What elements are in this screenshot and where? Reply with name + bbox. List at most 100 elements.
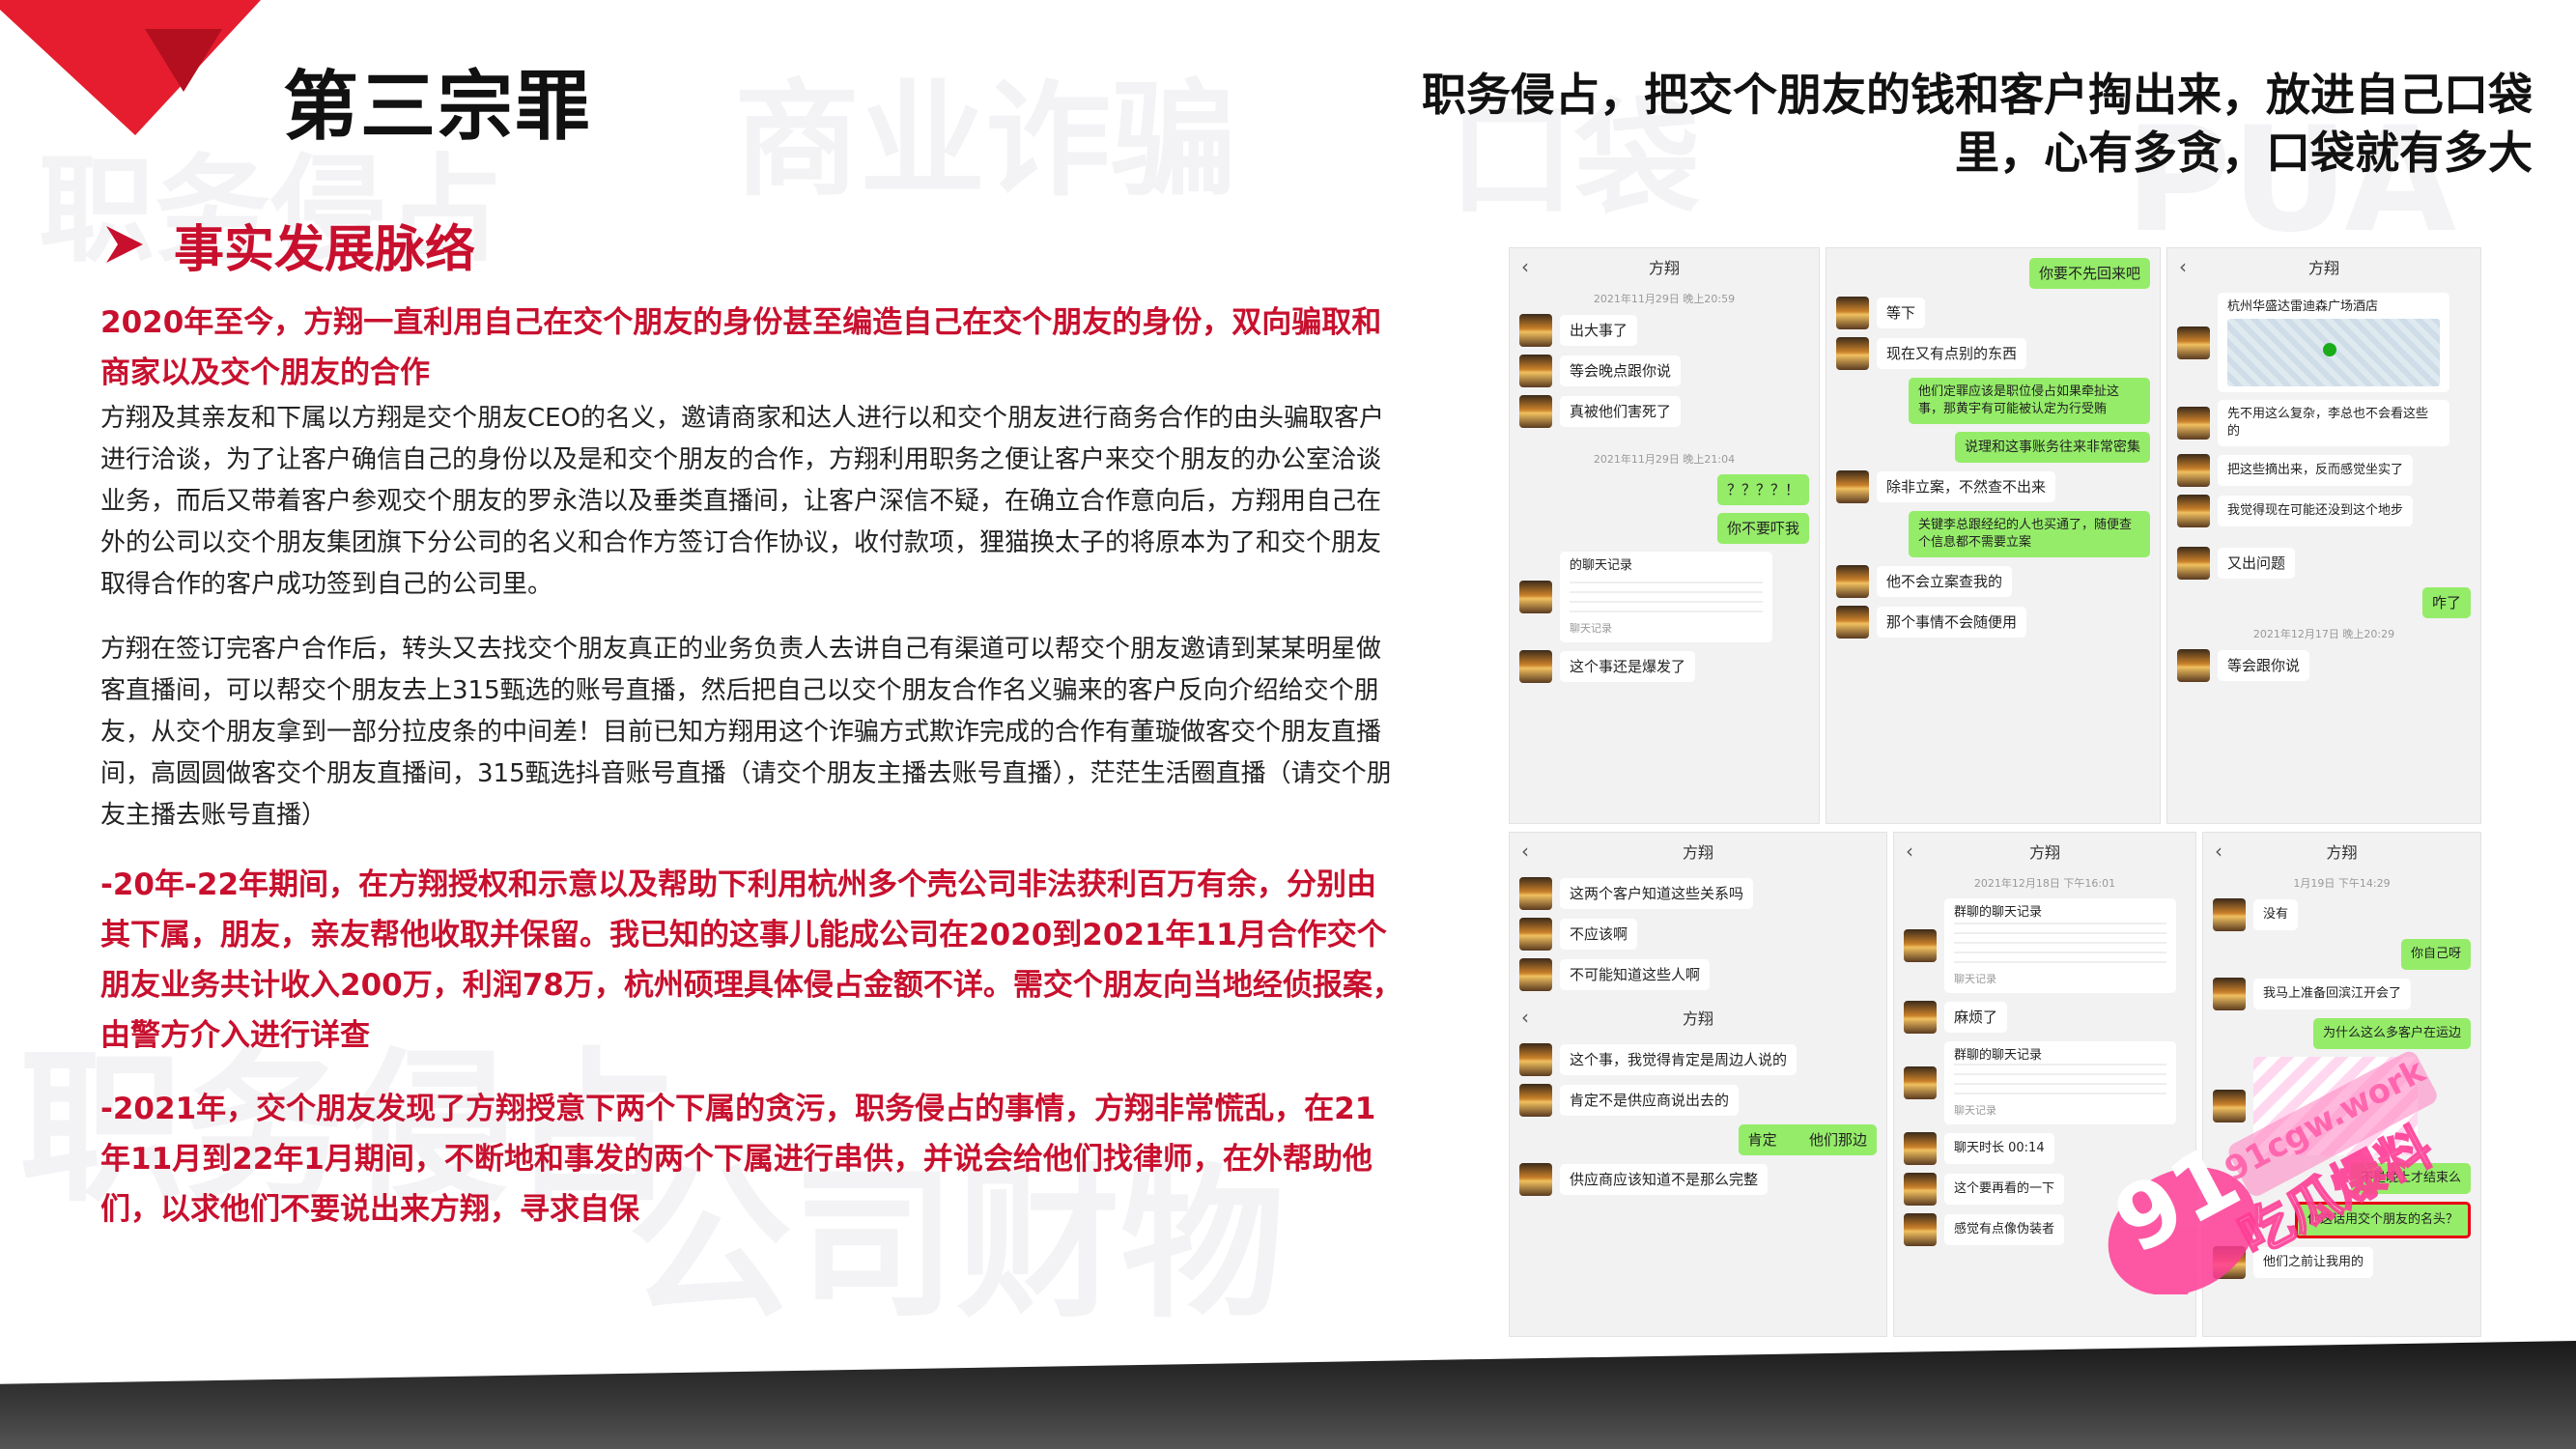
chevron-right-icon [106, 226, 143, 263]
chat-message: 关键李总跟经纪的人也买通了，随便查个信息都不需要立案 [1836, 511, 2150, 557]
chat-message: 肯定不是供应商说出去的 [1519, 1084, 1877, 1117]
paragraph-1: 方翔及其亲友和下属以方翔是交个朋友CEO的名义，邀请商家和达人进行以和交个朋友进… [100, 404, 1385, 599]
chat-panel-3: ‹ 方翔 杭州华盛达雷迪森广场酒店 先不用这么复杂，李总也不会看这些的 把这些摘出… [2166, 247, 2481, 824]
chat-message: 说理和这事账务往来非常密集 [1836, 432, 2150, 463]
avatar [2177, 649, 2210, 682]
chat-header: ‹ 方翔 [1510, 833, 1886, 869]
chat-message: 肯定 他们那边 [1519, 1124, 1877, 1155]
avatar [1519, 355, 1552, 387]
chat-header: ‹ 方翔 [1894, 833, 2195, 869]
avatar [1904, 929, 1937, 962]
back-arrow-icon: ‹ [1521, 839, 1529, 863]
avatar [2177, 454, 2210, 487]
footer-bar [0, 1341, 2576, 1449]
avatar [1519, 877, 1552, 910]
chat-contact-name: 方翔 [1682, 1009, 1713, 1028]
section-heading: 事实发展脉络 [100, 211, 476, 279]
summary-red-1: 2020年至今，方翔一直利用自己在交个朋友的身份甚至编造自己在交个朋友的身份，双… [100, 305, 1382, 390]
chat-message: 又出问题 [2177, 547, 2471, 580]
chat-message: 他们定罪应该是职位侵占如果牵扯这事，那黄宇有可能被认定为行受贿 [1836, 378, 2150, 424]
corner-decoration [0, 0, 261, 135]
section-title: 事实发展脉络 [174, 220, 476, 279]
chat-contact-name: 方翔 [2326, 843, 2358, 862]
chat-message: 等会晚点跟你说 [1519, 355, 1809, 387]
chat-message: 没有 [2213, 898, 2471, 931]
avatar [1836, 470, 1869, 503]
chat-message: ？？？？！ [1519, 474, 1809, 505]
avatar [2177, 407, 2210, 440]
chat-header: ‹ 方翔 [2167, 248, 2480, 285]
chat-message: 除非立案，不然查不出来 [1836, 470, 2150, 503]
avatar [1904, 1001, 1937, 1034]
chat-message: 出大事了 [1519, 314, 1809, 347]
chat-header: ‹ 方翔 [1510, 248, 1819, 285]
chat-contact-name: 方翔 [1648, 259, 1680, 277]
avatar [1519, 1084, 1552, 1117]
avatar [1904, 1132, 1937, 1165]
chat-message: 供应商应该知道不是那么完整 [1519, 1163, 1877, 1196]
chat-message: 你不要吓我 [1519, 513, 1809, 544]
chat-message: 先不用这么复杂，李总也不会看这些的 [2177, 400, 2471, 446]
chat-timestamp: 1月19日 下午14:29 [2293, 877, 2391, 890]
chat-timestamp: 2021年12月18日 下午16:01 [1973, 877, 2116, 890]
chat-message: 这两个客户知道这些关系吗 [1519, 877, 1877, 910]
chat-message: 我觉得现在可能还没到这个地步 [2177, 495, 2471, 527]
avatar [1519, 650, 1552, 683]
back-arrow-icon: ‹ [2215, 839, 2222, 863]
avatar [1519, 918, 1552, 951]
subtitle-line-2: 里，心有多贪，口袋就有多大 [1955, 127, 2533, 179]
paragraph-2: 方翔在签订完客户合作后，转头又去找交个朋友真正的业务负责人去讲自己有渠道可以帮交… [100, 635, 1392, 830]
avatar [1904, 1213, 1937, 1246]
chat-message: 这个事，我觉得肯定是周边人说的 [1519, 1043, 1877, 1076]
chat-message: 这个事还是爆发了 [1519, 650, 1809, 683]
chat-message: 那个事情不会随便用 [1836, 606, 2150, 639]
chat-timestamp: 2021年12月17日 晚上20:29 [2252, 628, 2395, 640]
chat-header: ‹ 方翔 [2203, 833, 2480, 869]
avatar [2213, 898, 2246, 931]
avatar [1519, 314, 1552, 347]
chat-message: 咋了 [2177, 587, 2471, 618]
chat-message: 现在又有点别的东西 [1836, 337, 2150, 370]
back-arrow-icon: ‹ [1906, 839, 1913, 863]
chat-message: 你自己呀 [2213, 939, 2471, 970]
avatar [1904, 1066, 1937, 1099]
back-arrow-icon: ‹ [2179, 255, 2187, 278]
chat-message: 把这些摘出来，反而感觉坐实了 [2177, 454, 2471, 487]
slide: 职务侵占 商业诈骗 口袋 PUA 职务侵占 公司财物 PUA 第三宗罪 职务侵占… [0, 0, 2576, 1449]
chat-message: 他不会立案查我的 [1836, 565, 2150, 598]
chat-header: ‹ 方翔 [1510, 999, 1886, 1036]
summary-red-2: -20年-22年期间，在方翔授权和示意以及帮助下利用杭州多个壳公司非法获利百万有… [100, 867, 1402, 1053]
chat-panel-2: 你要不先回来吧 等下 现在又有点别的东西 他们定罪应该是职位侵占如果牵扯这事，那… [1826, 247, 2161, 824]
avatar [2177, 547, 2210, 580]
avatar [1836, 565, 1869, 598]
chat-message: 我马上准备回滨江开会了 [2213, 978, 2471, 1010]
page-title: 第三宗罪 [283, 64, 593, 151]
chat-contact-name: 方翔 [2028, 843, 2060, 862]
page-subtitle: 职务侵占，把交个朋友的钱和客户掏出来，放进自己口袋 里，心有多贪，口袋就有多大 [1229, 66, 2533, 182]
avatar [1836, 606, 1869, 639]
avatar [2213, 978, 2246, 1010]
chat-message: 等下 [1836, 297, 2150, 329]
chat-timestamp: 2021年11月29日 晚上21:04 [1593, 453, 1736, 466]
chat-message: 群聊的聊天记录 聊天记录 [1904, 898, 2186, 993]
content-column: 2020年至今，方翔一直利用自己在交个朋友的身份甚至编造自己在交个朋友的身份，双… [100, 298, 1404, 1235]
chat-message: 的聊天记录 聊天记录 [1519, 552, 1809, 642]
back-arrow-icon: ‹ [1521, 255, 1529, 278]
chat-message: 真被他们害死了 [1519, 395, 1809, 428]
chat-message: 你要不先回来吧 [1836, 258, 2150, 289]
chat-message: 不可能知道这些人啊 [1519, 958, 1877, 991]
avatar [2177, 326, 2210, 359]
back-arrow-icon: ‹ [1521, 1006, 1529, 1029]
chat-contact-name: 方翔 [2307, 259, 2339, 277]
chat-message: 麻烦了 [1904, 1001, 2186, 1034]
chat-message: 等会跟你说 [2177, 649, 2471, 682]
avatar [1519, 1163, 1552, 1196]
avatar [1519, 1043, 1552, 1076]
chat-panel-4: ‹ 方翔 这两个客户知道这些关系吗 不应该啊 不可能知道这些人啊 ‹ 方翔 这个事，… [1509, 832, 1887, 1337]
avatar [1519, 958, 1552, 991]
chat-timestamp: 2021年11月29日 晚上20:59 [1593, 293, 1736, 305]
avatar [1836, 297, 1869, 329]
avatar [1904, 1173, 1937, 1206]
site-watermark: 91 91cgw.work 吃瓜爆料 [2055, 1043, 2461, 1340]
chat-panel-1: ‹ 方翔 2021年11月29日 晚上20:59 出大事了 等会晚点跟你说 真被他… [1509, 247, 1820, 824]
